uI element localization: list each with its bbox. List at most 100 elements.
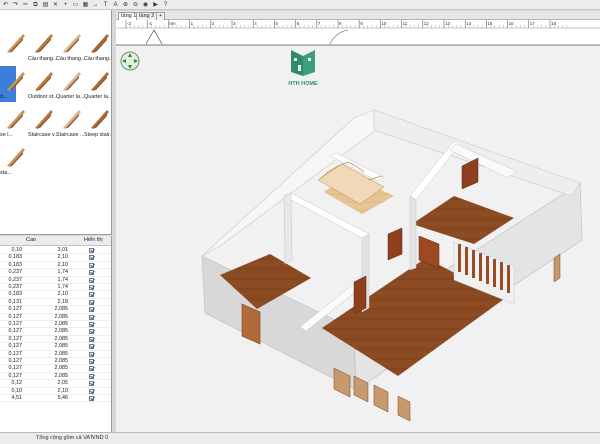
visible-checkbox[interactable]	[89, 277, 94, 283]
furniture-catalog[interactable]: Cầu thang... Cầu thang... Cầu thang... d...…	[0, 10, 112, 235]
ruler-label: 0m	[169, 21, 176, 26]
catalog-item[interactable]: sta...	[0, 142, 28, 182]
table-row[interactable]: 0,127 2,085	[0, 328, 111, 336]
visible-checkbox[interactable]	[89, 373, 94, 379]
catalog-item-label: Cầu thang...	[56, 56, 86, 62]
catalog-item[interactable]: Quarter la...	[56, 66, 84, 106]
cell-height: 1,74	[57, 276, 69, 283]
table-row[interactable]: 0,127 2,085	[0, 365, 111, 373]
3d-view[interactable]: HTH HOME	[116, 45, 600, 432]
table-row[interactable]: 0,183 2,10	[0, 291, 111, 299]
cut-icon[interactable]: ✂	[21, 1, 30, 9]
catalog-item[interactable]: Cầu thang...	[28, 28, 57, 68]
visible-checkbox[interactable]	[89, 314, 94, 320]
zoom-out-icon[interactable]: ⊖	[131, 1, 140, 9]
add-level-button[interactable]: +	[156, 12, 166, 20]
catalog-item[interactable]: Staircase ...	[56, 104, 84, 144]
tab-level-2[interactable]: tầng 2	[136, 12, 158, 20]
catalog-item[interactable]	[0, 28, 28, 68]
catalog-item[interactable]: Steep stair...	[84, 104, 111, 144]
cell-depth: 0,12	[11, 380, 23, 387]
visible-checkbox[interactable]	[89, 344, 94, 350]
catalog-item-label: d...	[0, 94, 8, 100]
table-row[interactable]: 0,127 2,085	[0, 321, 111, 329]
create-video-icon[interactable]: ▶	[151, 1, 160, 9]
zoom-in-icon[interactable]: ⊕	[121, 1, 130, 9]
visible-checkbox[interactable]	[89, 388, 94, 394]
table-row[interactable]: 0,12 2,05	[0, 380, 111, 388]
delete-icon[interactable]: ✕	[51, 1, 60, 9]
cell-depth: 0,127	[8, 321, 23, 327]
table-row[interactable]: 0,127 2,085	[0, 351, 111, 358]
visible-checkbox[interactable]	[89, 270, 94, 276]
visible-checkbox[interactable]	[89, 292, 94, 298]
ruler-label: 2	[212, 21, 215, 26]
cell-height: 2,10	[57, 291, 69, 298]
catalog-item[interactable]: se l...	[0, 104, 28, 144]
catalog-item[interactable]: Staircase v...	[28, 104, 58, 144]
ruler-label: 12	[424, 21, 430, 26]
create-photo-icon[interactable]: ◉	[141, 1, 150, 9]
undo-icon[interactable]: ↶	[1, 1, 10, 9]
add-furniture-icon[interactable]: +	[61, 1, 70, 9]
cell-height: 2,085	[54, 328, 69, 335]
cell-height: 2,10	[57, 387, 69, 394]
cell-height: 2,085	[54, 358, 69, 364]
visible-checkbox[interactable]	[89, 299, 94, 305]
visible-checkbox[interactable]	[89, 248, 94, 253]
table-row[interactable]: 0,10 2,10	[0, 387, 111, 395]
table-row[interactable]: 0,237 1,74	[0, 269, 111, 277]
visible-checkbox[interactable]	[89, 322, 94, 327]
catalog-item[interactable]: Quarter la...	[84, 66, 111, 106]
column-header-visible[interactable]: Hiển thị	[84, 237, 103, 243]
visible-checkbox[interactable]	[89, 351, 94, 357]
table-row[interactable]: 0,127 2,085	[0, 343, 111, 351]
create-walls-icon[interactable]: ▭	[71, 1, 80, 9]
table-row[interactable]: 0,127 2,085	[0, 306, 111, 314]
visible-checkbox[interactable]	[89, 336, 94, 342]
create-rooms-icon[interactable]: ▦	[81, 1, 90, 9]
table-row[interactable]: 0,183 2,10	[0, 262, 111, 270]
visible-checkbox[interactable]	[89, 255, 94, 261]
table-row[interactable]: 0,183 2,10	[0, 254, 111, 262]
table-row[interactable]: 0,127 2,085	[0, 314, 111, 321]
window-front-4	[397, 395, 411, 422]
window-right	[553, 253, 561, 283]
table-row[interactable]: 0,237 1,74	[0, 276, 111, 284]
create-dimensions-icon[interactable]: ↔	[91, 1, 100, 9]
cell-height: 2,085	[54, 321, 69, 327]
table-row[interactable]: 4,51 5,46	[0, 395, 111, 403]
catalog-item[interactable]: Cầu thang...	[56, 28, 86, 68]
table-row[interactable]: 0,127 2,085	[0, 358, 111, 366]
copy-icon[interactable]: ⧉	[31, 1, 40, 9]
redo-icon[interactable]: ↷	[11, 1, 20, 9]
table-row[interactable]: 0,131 2,18	[0, 299, 111, 307]
catalog-item[interactable]: d...	[0, 66, 28, 106]
visible-checkbox[interactable]	[89, 329, 94, 335]
table-row[interactable]: 0,127 2,085	[0, 373, 111, 381]
compass-icon[interactable]	[120, 51, 140, 71]
table-row[interactable]: 0,127 2,085	[0, 336, 111, 344]
text-style-icon[interactable]: A	[111, 1, 120, 9]
catalog-item[interactable]: Outdoor st...	[28, 66, 58, 106]
navigation-arrows[interactable]	[120, 51, 140, 71]
catalog-item[interactable]: Cầu thang...	[84, 28, 111, 68]
create-labels-icon[interactable]: T	[101, 1, 110, 9]
staircase-icon	[7, 110, 25, 129]
ruler-graphic: -2 -1 0m 1 2 3 4 5 6 7 8 9 10 11 12 13 14 15 16 17 18	[116, 20, 600, 45]
table-row[interactable]: 0,10 3,01	[0, 247, 111, 255]
column-header-height[interactable]: Cao	[26, 237, 36, 243]
ruler-label: 14	[466, 21, 472, 26]
visible-checkbox[interactable]	[89, 285, 94, 290]
visible-checkbox[interactable]	[89, 262, 94, 268]
table-row[interactable]: 0,237 1,74	[0, 284, 111, 292]
visible-checkbox[interactable]	[89, 359, 94, 364]
visible-checkbox[interactable]	[89, 381, 94, 387]
cell-depth: 0,183	[8, 291, 23, 298]
paste-icon[interactable]: ▤	[41, 1, 50, 9]
visible-checkbox[interactable]	[89, 366, 94, 372]
staircase-icon	[35, 34, 53, 53]
visible-checkbox[interactable]	[89, 307, 94, 313]
visible-checkbox[interactable]	[89, 396, 94, 401]
help-icon[interactable]: ?	[161, 1, 170, 9]
